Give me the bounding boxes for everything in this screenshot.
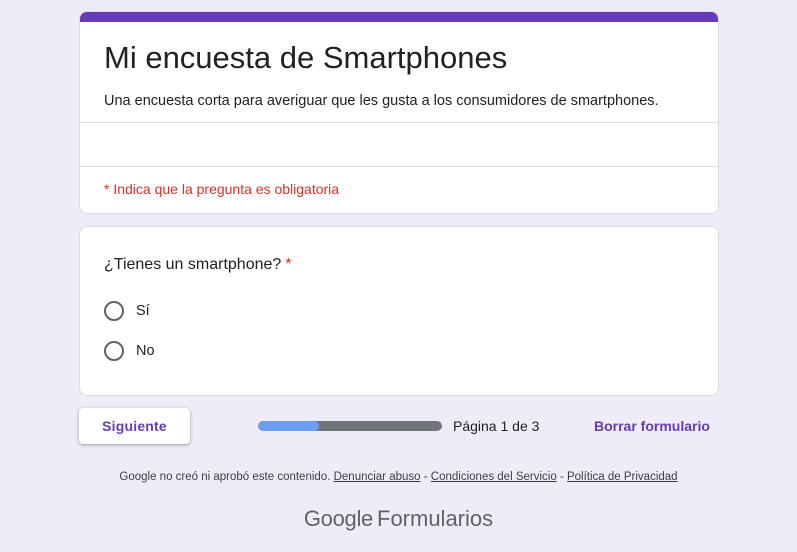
next-button[interactable]: Siguiente	[79, 408, 190, 444]
question-title-text: ¿Tienes un smartphone?	[104, 256, 282, 273]
option-no[interactable]: No	[104, 341, 155, 361]
clear-form-button[interactable]: Borrar formulario	[594, 417, 710, 435]
form-title: Mi encuesta de Smartphones	[104, 40, 508, 75]
option-label-no: No	[136, 343, 155, 359]
option-label-si: Sí	[136, 303, 150, 319]
theme-color-bar	[80, 12, 718, 22]
progress-bar-fill	[258, 421, 319, 431]
question-title: ¿Tienes un smartphone? *	[104, 254, 292, 276]
product-wordmark: Formularios	[377, 506, 494, 531]
option-si[interactable]: Sí	[104, 301, 150, 321]
terms-link[interactable]: Condiciones del Servicio	[431, 471, 557, 483]
form-description: Una encuesta corta para averiguar que le…	[104, 93, 659, 109]
radio-button-no[interactable]	[104, 341, 124, 361]
privacy-link[interactable]: Política de Privacidad	[567, 471, 678, 483]
required-note: * Indica que la pregunta es obligatoria	[104, 181, 340, 197]
footer-separator: -	[423, 471, 428, 483]
progress-bar	[258, 421, 442, 431]
footer-separator: -	[559, 471, 564, 483]
header-divider-bottom	[80, 166, 718, 167]
page-indicator: Página 1 de 3	[453, 418, 540, 434]
google-wordmark: Google	[303, 506, 373, 531]
header-divider-top	[80, 122, 718, 123]
form-header-card: Mi encuesta de Smartphones Una encuesta …	[79, 11, 719, 214]
footer-disclaimer: Google no creó ni aprobó este contenido.…	[0, 470, 797, 484]
google-forms-logo: Google Formularios	[0, 505, 797, 533]
report-abuse-link[interactable]: Denunciar abuso	[334, 471, 421, 483]
disclaimer-text: Google no creó ni aprobó este contenido.	[119, 471, 331, 483]
radio-button-si[interactable]	[104, 301, 124, 321]
question-card: ¿Tienes un smartphone? * Sí No	[79, 226, 719, 396]
required-asterisk: *	[285, 256, 292, 273]
